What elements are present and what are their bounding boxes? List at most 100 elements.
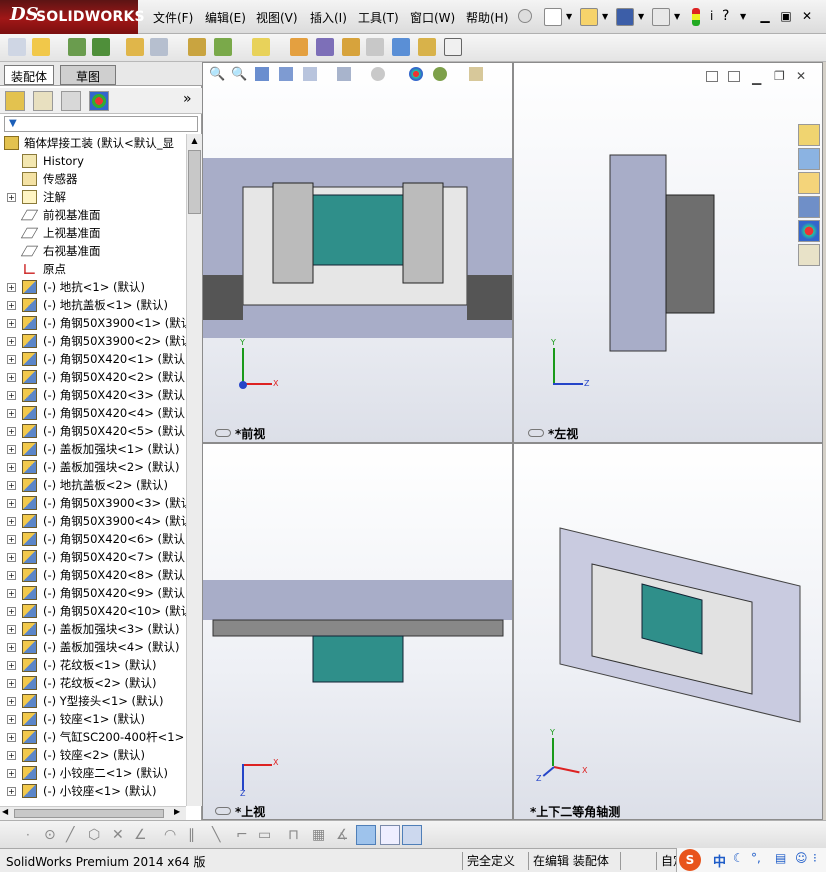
ime-keyboard-icon[interactable]: ▤ [775, 851, 786, 865]
viewport-left[interactable]: ▁ ❐ ✕ Y Z *左视 [513, 62, 823, 443]
solidworks-logo[interactable]: DS SOLIDWORKS [0, 0, 145, 34]
new-document-icon[interactable] [544, 8, 562, 26]
ime-punctuation-icon[interactable]: °, [751, 851, 761, 865]
tree-item[interactable]: + (-) 角钢50X3900<3> (默认 [0, 494, 186, 512]
expand-toggle-icon[interactable]: + [7, 373, 16, 382]
grid-icon[interactable]: ▦ [312, 827, 325, 843]
ime-language[interactable]: 中 [713, 851, 726, 870]
ime-user-icon[interactable]: ☺ [795, 851, 808, 865]
expand-toggle-icon[interactable]: + [7, 535, 16, 544]
configuration-manager-icon[interactable] [61, 91, 81, 111]
section-view-icon[interactable] [279, 67, 293, 81]
viewport-isometric[interactable]: Y X Z *上下二等角轴测 [513, 443, 823, 820]
appearances-icon[interactable] [798, 220, 820, 242]
feature-manager-icon[interactable] [5, 91, 25, 111]
minimize-icon[interactable]: ▁ [757, 9, 773, 23]
tree-filter[interactable]: ▼ [4, 116, 198, 132]
tree-item[interactable]: 传感器 [0, 170, 186, 188]
open-folder-icon[interactable] [580, 8, 598, 26]
expand-toggle-icon[interactable]: + [7, 625, 16, 634]
traffic-light-icon[interactable] [692, 8, 700, 26]
tree-item[interactable]: History [0, 152, 186, 170]
previous-view-icon[interactable] [255, 67, 269, 81]
expand-toggle-icon[interactable]: + [7, 679, 16, 688]
scroll-thumb[interactable] [188, 150, 201, 214]
help-icon[interactable]: ? [722, 8, 729, 24]
menu-tools[interactable]: 工具(T) [358, 9, 399, 26]
property-manager-icon[interactable] [33, 91, 53, 111]
menu-edit[interactable]: 编辑(E) [205, 9, 246, 26]
expand-toggle-icon[interactable]: + [7, 463, 16, 472]
tree-item[interactable]: + (-) Y型接头<1> (默认) [0, 692, 186, 710]
tree-item[interactable]: + (-) 角钢50X420<6> (默认) [0, 530, 186, 548]
expand-toggle-icon[interactable]: + [7, 355, 16, 364]
tree-item[interactable]: + (-) 地抗<1> (默认) [0, 278, 186, 296]
tree-item[interactable]: + (-) 角钢50X420<3> (默认) [0, 386, 186, 404]
tree-item[interactable]: + (-) 角钢50X420<1> (默认) [0, 350, 186, 368]
line-icon[interactable]: ╱ [66, 827, 74, 843]
menu-insert[interactable]: 插入(I) [310, 9, 347, 26]
menu-view[interactable]: 视图(V) [256, 9, 298, 26]
tree-item[interactable]: + 注解 [0, 188, 186, 206]
save-icon[interactable] [616, 8, 634, 26]
expand-toggle-icon[interactable]: + [7, 553, 16, 562]
tree-item[interactable]: + (-) 角钢50X3900<2> (默认 [0, 332, 186, 350]
zoom-to-fit-icon[interactable]: 🔍 [209, 67, 225, 82]
expand-toggle-icon[interactable]: + [7, 409, 16, 418]
menu-help[interactable]: 帮助(H) [466, 9, 508, 26]
expand-toggle-icon[interactable]: + [7, 499, 16, 508]
move-component-icon[interactable] [150, 38, 168, 56]
link-views-icon[interactable] [528, 429, 544, 437]
tree-item[interactable]: + (-) 角钢50X3900<1> (默认 [0, 314, 186, 332]
file-explorer-icon[interactable] [798, 172, 820, 194]
expand-toggle-icon[interactable]: + [7, 607, 16, 616]
view-palette-icon[interactable] [798, 196, 820, 218]
restore-icon[interactable]: ❐ [774, 69, 785, 83]
rectangle-icon[interactable]: ▭ [258, 827, 271, 843]
tree-vertical-scrollbar[interactable]: ▲ [186, 134, 202, 806]
expand-toggle-icon[interactable]: + [7, 697, 16, 706]
tree-item[interactable]: 上视基准面 [0, 224, 186, 242]
explode-line-icon[interactable] [366, 38, 384, 56]
angle-icon[interactable]: ∡ [336, 827, 349, 843]
tree-item[interactable]: + (-) 角钢50X420<8> (默认) [0, 566, 186, 584]
link-views-icon[interactable] [215, 429, 231, 437]
bill-of-materials-icon[interactable] [316, 38, 334, 56]
arc-icon[interactable]: ◠ [164, 827, 176, 843]
tree-item[interactable]: + (-) 角钢50X420<4> (默认) [0, 404, 186, 422]
tree-item[interactable]: 原点 [0, 260, 186, 278]
mate-icon[interactable] [68, 38, 86, 56]
expand-toggle-icon[interactable]: + [7, 319, 16, 328]
exploded-view-icon[interactable] [342, 38, 360, 56]
expand-toggle-icon[interactable]: + [7, 481, 16, 490]
shaded-view-icon[interactable] [356, 825, 376, 845]
filter-icon[interactable]: ▼ [9, 118, 17, 129]
tree-item[interactable]: + (-) 气缸SC200-400杆<1> ( [0, 728, 186, 746]
zoom-to-area-icon[interactable]: 🔍 [231, 67, 247, 82]
tree-item[interactable]: + (-) 盖板加强块<2> (默认) [0, 458, 186, 476]
tree-item[interactable]: + (-) 角钢50X420<2> (默认) [0, 368, 186, 386]
assembly-icon[interactable] [8, 38, 26, 56]
offset-icon[interactable]: ╲ [212, 827, 220, 843]
ime-moon-icon[interactable]: ☾ [733, 851, 744, 865]
smart-fasteners-icon[interactable] [126, 38, 144, 56]
edit-appearance-icon[interactable] [409, 67, 423, 81]
scroll-right-icon[interactable]: ▶ [174, 807, 180, 816]
four-view-icon[interactable] [402, 825, 422, 845]
new-motion-study-icon[interactable] [290, 38, 308, 56]
tree-item[interactable]: + (-) 小铰座<1> (默认) [0, 782, 186, 800]
interference-detection-icon[interactable] [392, 38, 410, 56]
restore-icon[interactable]: ▣ [778, 9, 794, 23]
viewport-top[interactable]: X Z *上视 [202, 443, 513, 820]
chevron-down-icon[interactable]: ▼ [674, 12, 680, 21]
assembly-features-icon[interactable] [214, 38, 232, 56]
expand-toggle-icon[interactable]: + [7, 391, 16, 400]
tree-item[interactable]: + (-) 角钢50X420<7> (默认) [0, 548, 186, 566]
expand-toggle-icon[interactable]: + [7, 733, 16, 742]
expand-toggle-icon[interactable]: + [7, 193, 16, 202]
viewport-single-icon[interactable] [706, 71, 718, 82]
clearance-icon[interactable] [418, 38, 436, 56]
expand-toggle-icon[interactable]: + [7, 517, 16, 526]
tree-item[interactable]: + (-) 盖板加强块<1> (默认) [0, 440, 186, 458]
tree-horizontal-scrollbar[interactable]: ◀ ▶ [0, 806, 186, 820]
